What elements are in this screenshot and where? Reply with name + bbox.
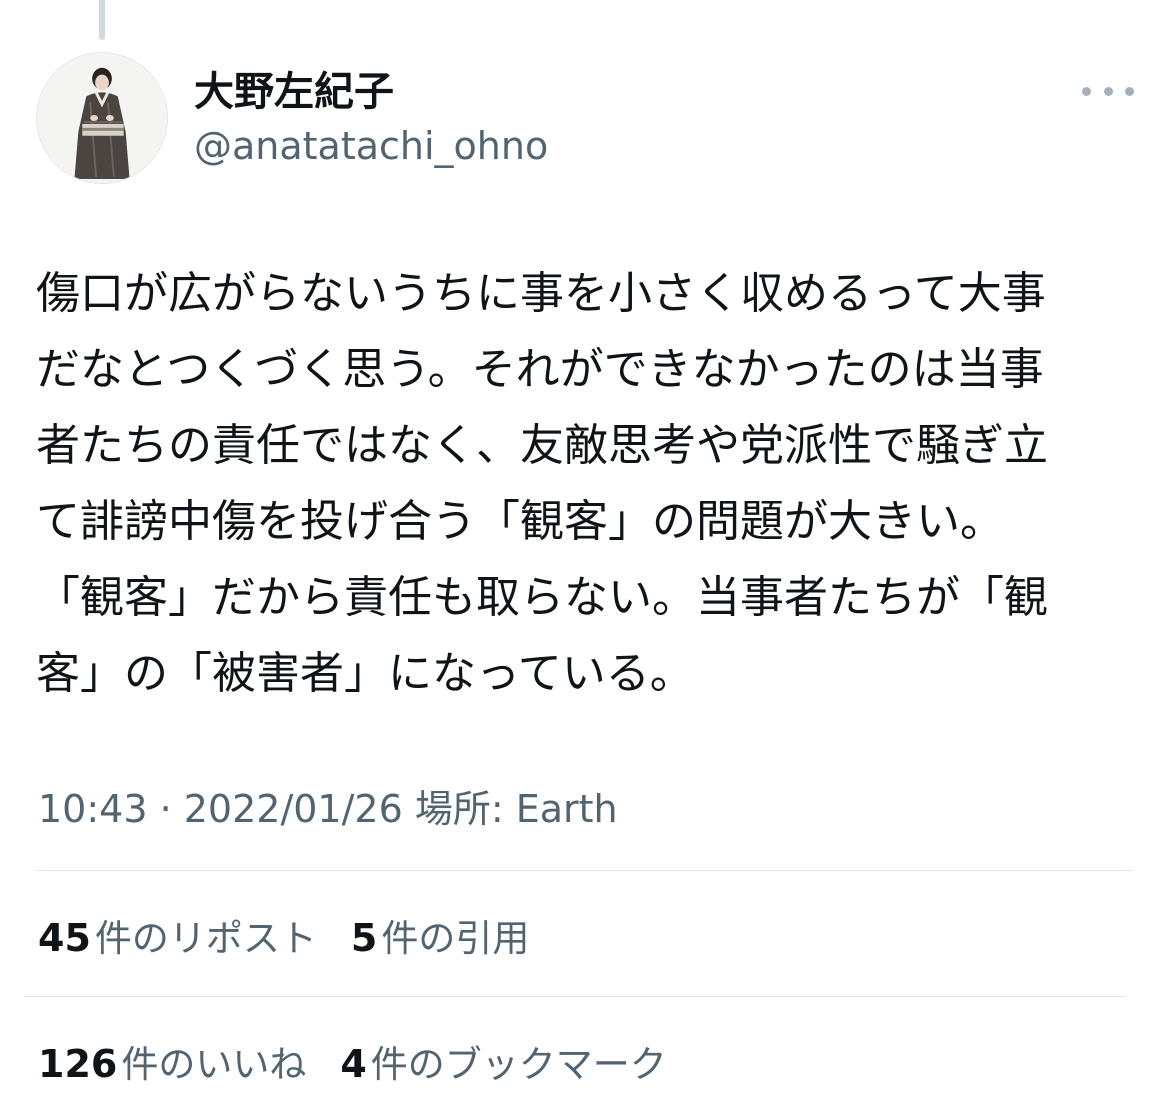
tweet-text-line: だなとつくづく思う。それができなかったのは当事 <box>36 344 1044 395</box>
more-options-button[interactable] <box>1082 76 1134 106</box>
repost-count-link[interactable]: 45 件のリポスト <box>38 908 317 962</box>
user-handle[interactable]: @anatatachi_ohno <box>194 122 548 170</box>
like-count-link[interactable]: 126 件のいいね <box>38 1034 306 1088</box>
bookmark-label: 件のブックマーク <box>370 1043 667 1086</box>
tweet-text-line: 者たちの責任ではなく、友敵思考や党派性で騒ぎ立 <box>36 420 1048 471</box>
display-name[interactable]: 大野左紀子 <box>194 66 394 118</box>
tweet-timestamp-location[interactable]: 10:43 · 2022/01/26 場所: Earth <box>38 784 618 834</box>
thread-connector-line <box>99 0 105 40</box>
quote-count: 5 <box>350 916 378 960</box>
bookmark-count-link[interactable]: 4 件のブックマーク <box>340 1034 666 1088</box>
tweet-text-line: 「観客」だから責任も取らない。当事者たちが「観 <box>36 572 1048 623</box>
divider <box>24 996 1126 997</box>
repost-count: 45 <box>38 916 91 960</box>
quote-label: 件の引用 <box>381 917 530 960</box>
divider <box>36 870 1134 871</box>
like-label: 件のいいね <box>121 1043 307 1086</box>
more-horizontal-icon-dot <box>1125 86 1134 96</box>
quote-count-link[interactable]: 5 件の引用 <box>351 908 529 962</box>
more-horizontal-icon-dot <box>1103 86 1113 96</box>
avatar-image <box>37 53 167 183</box>
tweet-text: 傷口が広がらないうちに事を小さく収めるって大事 だなとつくづく思う。それができな… <box>36 256 1140 712</box>
stats-row-engagement: 45 件のリポスト 5 件の引用 <box>38 908 563 962</box>
like-count: 126 <box>38 1042 118 1086</box>
repost-label: 件のリポスト <box>94 917 317 960</box>
bookmark-count: 4 <box>340 1042 367 1086</box>
avatar[interactable] <box>36 52 168 184</box>
tweet-text-line: 傷口が広がらないうちに事を小さく収めるって大事 <box>36 268 1046 319</box>
tweet-text-line: て誹謗中傷を投げ合う「観客」の問題が大きい。 <box>36 496 1004 547</box>
stats-row-reactions: 126 件のいいね 4 件のブックマーク <box>38 1034 701 1088</box>
tweet-text-line: 客」の「被害者」になっている。 <box>36 648 694 699</box>
more-horizontal-icon <box>1082 86 1091 96</box>
